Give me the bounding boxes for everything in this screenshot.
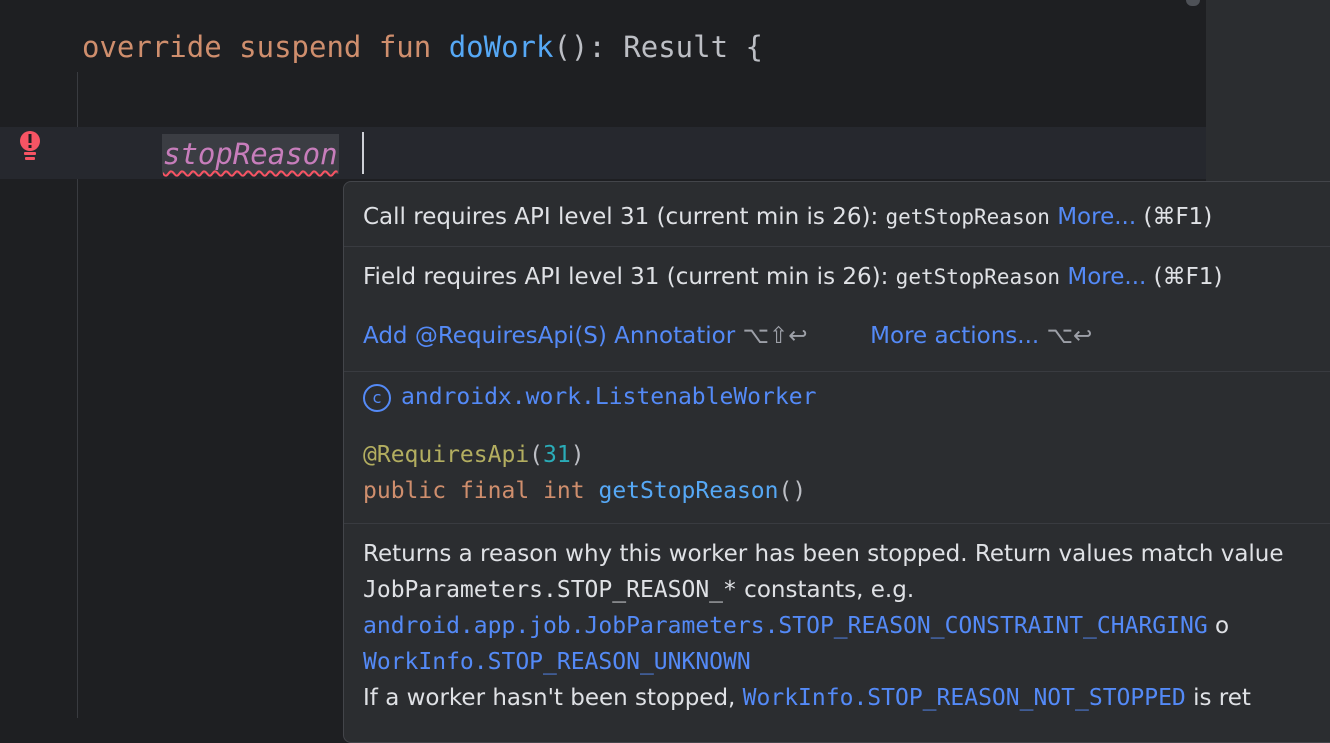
doc-description-line4: WorkInfo.STOP_REASON_UNKNOWN (363, 644, 751, 680)
keyword-int: int (543, 478, 585, 504)
function-signature-rest: (): Result { (553, 30, 763, 64)
more-actions-link[interactable]: More actions... (870, 323, 1039, 349)
doc-description-line1: Returns a reason why this worker has bee… (363, 541, 1284, 567)
message-code: getStopReason (895, 265, 1061, 289)
doc-signature-line: public final int getStopReason() (363, 475, 806, 507)
divider (344, 371, 1330, 372)
message-text: Call requires API level 31 (current min … (363, 204, 879, 230)
more-link[interactable]: More... (1067, 264, 1146, 290)
keyword-override: override (82, 30, 222, 64)
doc-annotation-line: @RequiresApi(31) (363, 439, 585, 471)
annotation-name: @RequiresApi (363, 442, 530, 468)
shortcut-hint: (⌘F1) (1153, 264, 1223, 290)
message-text: Field requires API level 31 (current min… (363, 264, 889, 290)
class-name-link[interactable]: androidx.work.ListenableWorker (401, 384, 816, 410)
text: is ret (1185, 685, 1251, 711)
stop-reason-unknown-link[interactable]: WorkInfo.STOP_REASON_UNKNOWN (363, 649, 751, 675)
error-bulb-icon[interactable] (18, 130, 42, 164)
code-line-dowork[interactable]: override suspend fun doWork(): Result { (82, 28, 763, 66)
divider (344, 246, 1330, 247)
doc-description-line5: If a worker hasn't been stopped, WorkInf… (363, 680, 1251, 716)
doc-description-line3: android.app.job.JobParameters.STOP_REASO… (363, 608, 1229, 644)
method-name: getStopReason (598, 478, 779, 504)
stop-reason-charging-link[interactable]: android.app.job.JobParameters.STOP_REASO… (363, 613, 1208, 639)
scrollbar-thumb[interactable] (1186, 0, 1200, 6)
add-action-shortcut: ⌥⇧↩ (742, 323, 808, 349)
inline-code: JobParameters.STOP_REASON_* (363, 577, 737, 603)
keyword-fun: fun (378, 30, 432, 64)
keyword-public: public (363, 478, 447, 504)
shortcut-hint: (⌘F1) (1143, 204, 1213, 230)
add-requiresapi-action[interactable]: Add @RequiresApi(S) Annotatior (363, 323, 735, 349)
stop-reason-not-stopped-link[interactable]: WorkInfo.STOP_REASON_NOT_STOPPED (743, 685, 1186, 711)
error-identifier[interactable]: stopReason (162, 134, 339, 174)
class-icon: c (363, 383, 391, 412)
function-name: doWork (448, 30, 554, 64)
text: o (1207, 613, 1230, 639)
doc-class-header: c androidx.work.ListenableWorker (363, 382, 816, 412)
keyword-suspend: suspend (239, 30, 362, 64)
text-caret (362, 132, 364, 174)
paren: ) (570, 442, 585, 468)
annotation-value: 31 (543, 442, 571, 468)
keyword-final: final (459, 478, 530, 504)
text: If a worker hasn't been stopped, (363, 685, 743, 711)
api-level-message-call: Call requires API level 31 (current min … (363, 202, 1212, 232)
method-parens: () (778, 478, 807, 504)
more-actions-shortcut: ⌥↩ (1046, 323, 1093, 349)
api-level-message-field: Field requires API level 31 (current min… (363, 262, 1222, 292)
more-link[interactable]: More... (1057, 204, 1136, 230)
quick-fix-actions: Add @RequiresApi(S) Annotatior ⌥⇧↩ More … (363, 321, 1092, 351)
quick-documentation-popup: Call requires API level 31 (current min … (343, 181, 1330, 743)
paren: ( (529, 442, 544, 468)
message-code: getStopReason (885, 205, 1050, 229)
text: constants, e.g. (736, 577, 915, 603)
doc-description-line2: JobParameters.STOP_REASON_* constants, e… (363, 572, 914, 608)
divider (344, 523, 1330, 524)
